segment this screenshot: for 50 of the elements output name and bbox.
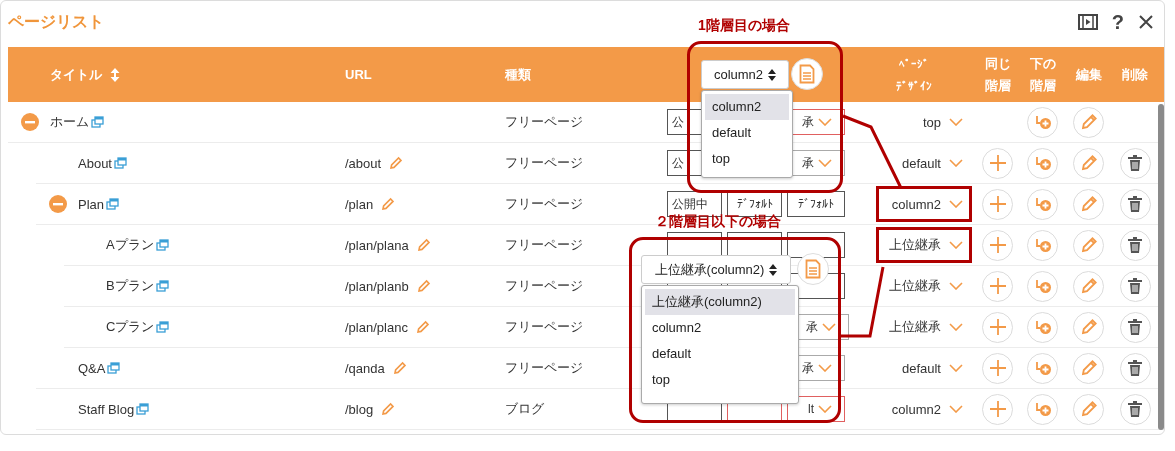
page-url: /plan/plana	[345, 237, 409, 253]
page-design-dropdown[interactable]: column2	[876, 186, 972, 222]
callout-label: 1階層目の場合	[698, 17, 790, 34]
page-type: フリーページ	[505, 236, 583, 254]
page-design-dropdown[interactable]: default	[876, 350, 972, 386]
page-title: Staff Blog	[78, 401, 135, 417]
column-header: 下の	[1029, 54, 1056, 73]
page-title: Plan	[78, 196, 105, 212]
column-header: URL	[344, 67, 372, 82]
page-design-dropdown[interactable]: top	[876, 104, 972, 140]
column-header: ﾃﾞｻﾞｲﾝ	[895, 78, 932, 94]
column-header: ﾍﾟｰｼﾞ	[898, 56, 929, 72]
option-item[interactable]: column2	[705, 94, 789, 120]
column-header: 同じ	[984, 54, 1011, 73]
column-header: 編集	[1075, 65, 1102, 84]
page-url: /qanda	[345, 360, 385, 376]
status-label: ﾃﾞﾌｫﾙﾄ	[787, 191, 845, 217]
page-title: Bプラン	[106, 277, 154, 295]
column-header: 種類	[504, 65, 531, 84]
page-url: /plan/planb	[345, 278, 409, 294]
page-design-dropdown[interactable]: 上位継承	[876, 309, 972, 345]
page-url: /plan	[345, 196, 374, 212]
panel-title: ページリスト	[8, 11, 104, 32]
page-type: フリーページ	[505, 113, 583, 131]
page-design-dropdown[interactable]: 上位継承	[876, 227, 972, 263]
page-type: フリーページ	[505, 277, 583, 295]
page-design-dropdown[interactable]: column2	[876, 391, 972, 427]
page-title: ホーム	[50, 113, 89, 131]
page-url: /blog	[345, 401, 374, 417]
page-title: Cプラン	[106, 318, 155, 336]
page-title: Q&A	[78, 360, 106, 376]
page-title: About	[78, 155, 112, 171]
column-header: 削除	[1122, 65, 1148, 84]
design-select[interactable]: column2	[701, 60, 789, 89]
page-design-dropdown[interactable]: default	[876, 145, 972, 181]
page-type: フリーページ	[505, 154, 583, 172]
design-select[interactable]: 上位継承(column2)	[641, 255, 791, 284]
help-button[interactable]: ?	[1111, 10, 1124, 34]
page-type: ブログ	[505, 400, 544, 418]
page-title: Aプラン	[106, 236, 154, 254]
column-header: 階層	[984, 76, 1011, 95]
page-type: フリーページ	[505, 359, 583, 377]
page-url: /plan/planc	[345, 319, 408, 335]
column-header: 階層	[1029, 76, 1056, 95]
page-type: フリーページ	[505, 318, 583, 336]
page-url: /about	[345, 155, 382, 171]
page-type: フリーページ	[505, 195, 583, 213]
option-item[interactable]: 上位継承(column2)	[645, 289, 795, 315]
column-header: タイトル	[50, 65, 102, 84]
page-design-dropdown[interactable]: 上位継承	[876, 268, 972, 304]
